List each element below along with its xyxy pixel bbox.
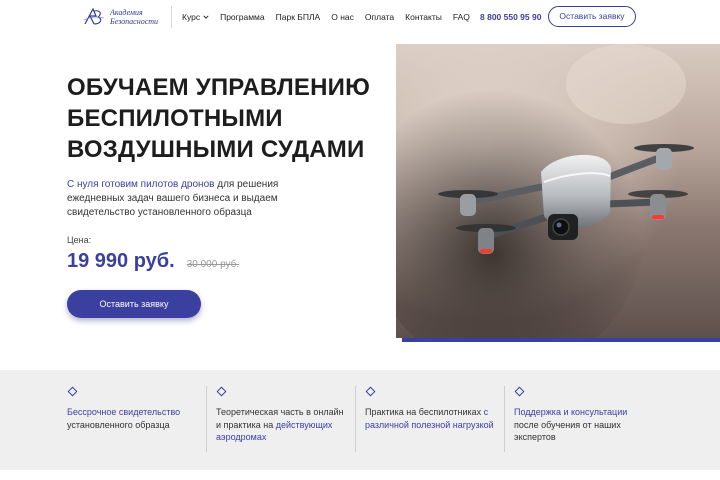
feature-body: установленного образца [67,419,170,430]
hero-title-line3: ВОЗДУШНЫМИ СУДАМИ [67,136,365,163]
nav-item-contacts[interactable]: Контакты [405,12,442,22]
chevron-down-icon [203,15,209,19]
hero-description: С нуля готовим пилотов дронов для решени… [67,178,327,220]
logo-text-line1: Академия [110,8,143,17]
hero-drone-image [396,44,720,338]
phone-link[interactable]: 8 800 550 95 90 [480,0,541,34]
feature-item: Бессрочное свидетельство установленного … [67,386,197,452]
logo-text: Академия Безопасности [110,8,158,26]
logo-text-line2: Безопасности [110,17,159,26]
diamond-icon [365,386,376,397]
feature-body: после обучения от наших экспертов [514,419,621,443]
nav-item-program[interactable]: Программа [220,12,265,22]
nav-item-about[interactable]: О нас [331,12,354,22]
feature-text: Поддержка и консультации после обучения … [514,406,644,444]
site-header: Академия Безопасности Курс Программа Пар… [0,0,720,34]
hero-title-line1: ОБУЧАЕМ УПРАВЛЕНИЮ [67,74,371,101]
main-nav: Курс Программа Парк БПЛА О нас Оплата Ко… [182,0,481,34]
feature-accent: Поддержка и консультации [514,407,628,417]
feature-item: Практика на беспилотниках с различной по… [365,386,495,452]
diamond-icon [216,386,227,397]
current-price: 19 990 руб. [67,250,175,272]
diamond-icon [67,386,78,397]
price-row: 19 990 руб. 30 000 руб. [67,250,239,273]
header-request-button[interactable]: Оставить заявку [548,6,636,27]
feature-body: Практика на беспилотниках [365,407,484,417]
feature-divider [355,386,356,452]
nav-item-label: Курс [182,12,201,22]
logo-icon [83,7,105,25]
hero-title: ОБУЧАЕМ УПРАВЛЕНИЮ БЕСПИЛОТНЫМИ ВОЗДУШНЫ… [67,72,387,165]
feature-text: Практика на беспилотниках с различной по… [365,406,495,431]
nav-item-course[interactable]: Курс [182,12,209,22]
nav-item-payment[interactable]: Оплата [365,12,394,22]
feature-item: Теоретическая часть в онлайн и практика … [216,386,346,452]
feature-text: Бессрочное свидетельство установленного … [67,406,197,431]
nav-item-faq[interactable]: FAQ [453,12,470,22]
diamond-icon [514,386,525,397]
logo[interactable]: Академия Безопасности [82,6,164,28]
old-price: 30 000 руб. [186,259,240,270]
nav-item-uav-fleet[interactable]: Парк БПЛА [276,12,321,22]
price-label: Цена: [67,235,92,245]
feature-accent: Бессрочное свидетельство [67,407,181,417]
feature-item: Поддержка и консультации после обучения … [514,386,644,452]
feature-divider [504,386,505,452]
header-divider [171,6,172,28]
drone-illustration [396,44,720,338]
hero-title-line2: БЕСПИЛОТНЫМИ [67,105,283,132]
hero-description-accent: С нуля готовим пилотов дронов [67,179,215,190]
hero-request-button[interactable]: Оставить заявку [67,290,201,318]
features-strip: Бессрочное свидетельство установленного … [0,370,720,470]
feature-text: Теоретическая часть в онлайн и практика … [216,406,346,444]
feature-divider [206,386,207,452]
